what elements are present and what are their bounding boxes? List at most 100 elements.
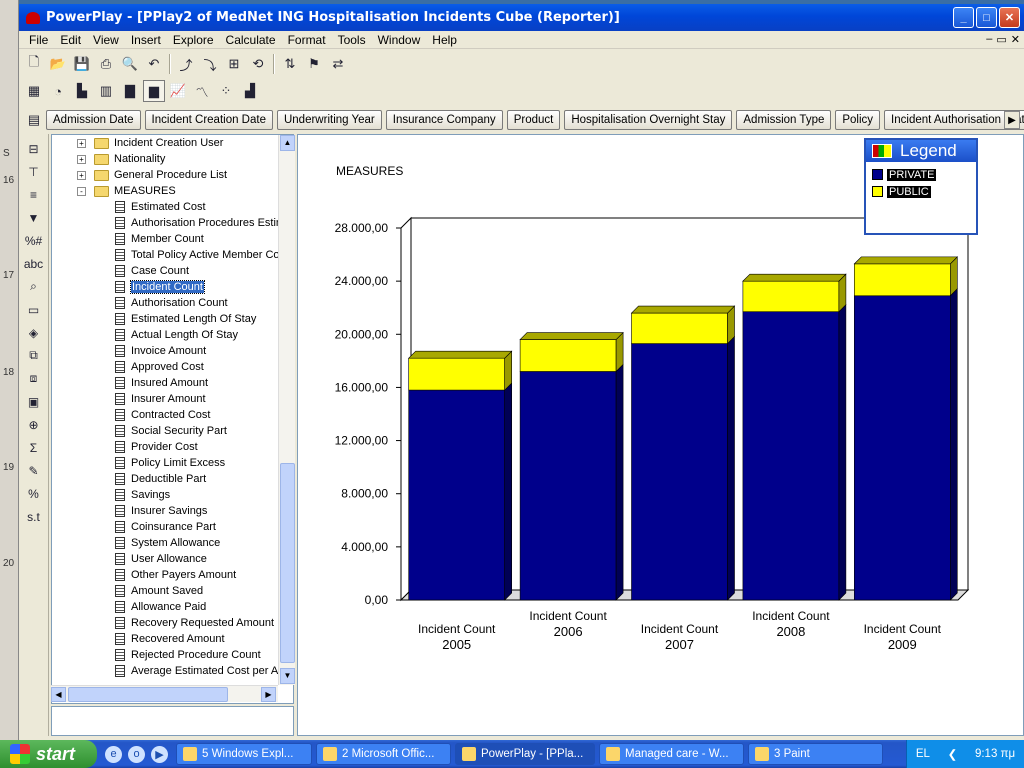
tree-measure-item[interactable]: Other Payers Amount — [115, 567, 236, 583]
start-button[interactable]: start — [0, 740, 97, 768]
mdi-restore-button[interactable]: ▭ — [996, 33, 1006, 46]
dimension-tab[interactable]: Admission Date — [46, 110, 141, 130]
tree-measure-item[interactable]: Deductible Part — [115, 471, 206, 487]
wand-icon[interactable]: ✎ — [23, 460, 45, 481]
open-folder-icon[interactable]: 📂 — [47, 53, 69, 75]
simple-bar-icon[interactable]: ▇ — [119, 80, 141, 102]
taskbar-button[interactable]: 2 Microsoft Offic... — [316, 743, 451, 765]
stacked-bar-icon[interactable]: ▆ — [143, 80, 165, 102]
taskbar-button[interactable]: 3 Paint — [748, 743, 883, 765]
dimension-tab[interactable]: Hospitalisation Overnight Stay — [564, 110, 733, 130]
scroll-thumb[interactable] — [280, 463, 295, 663]
tree-vertical-scrollbar[interactable]: ▲ ▼ — [278, 135, 295, 685]
outlook-icon[interactable]: o — [128, 745, 145, 763]
tree-measure-item[interactable]: Allowance Paid — [115, 599, 206, 615]
menu-explore[interactable]: Explore — [167, 33, 220, 47]
maximize-button[interactable]: □ — [976, 7, 997, 28]
mdi-close-button[interactable]: ✕ — [1011, 33, 1020, 46]
filter-icon[interactable]: ▼ — [23, 207, 45, 228]
tree-measure-item[interactable]: Policy Limit Excess — [115, 455, 225, 471]
sort-icon[interactable]: ⇅ — [279, 53, 301, 75]
tree-measure-item[interactable]: Estimated Length Of Stay — [115, 311, 256, 327]
sum-icon[interactable]: Σ — [23, 437, 45, 458]
expand-icon[interactable]: + — [77, 170, 86, 180]
tree-measure-item[interactable]: Savings — [115, 487, 170, 503]
tree-measure-item[interactable]: User Allowance — [115, 551, 207, 567]
mdi-minimize-button[interactable]: – — [986, 33, 992, 46]
print-preview-icon[interactable]: 🔍 — [119, 53, 141, 75]
tree-folder-item[interactable]: - MEASURES — [77, 183, 176, 199]
scatter-chart-icon[interactable]: ⁘ — [215, 80, 237, 102]
hscroll-thumb[interactable] — [68, 687, 228, 702]
close-button[interactable]: ✕ — [999, 7, 1020, 28]
menu-calculate[interactable]: Calculate — [220, 33, 282, 47]
tree-folder-item[interactable]: + Incident Creation User — [77, 135, 223, 151]
dimension-viewer-icon[interactable]: ▤ — [23, 109, 45, 131]
tree-folder-item[interactable]: + General Procedure List — [77, 167, 227, 183]
collapse-icon[interactable]: - — [77, 186, 86, 196]
line-chart-icon[interactable]: 📈 — [167, 80, 189, 102]
dimension-tab[interactable]: Insurance Company — [385, 110, 503, 130]
tree-horizontal-scrollbar[interactable]: ◀ ▶ — [51, 685, 278, 702]
suppress-icon[interactable]: ◈ — [23, 322, 45, 343]
dimension-tab[interactable]: Underwriting Year — [276, 110, 382, 130]
clustered-bar-icon[interactable]: ▥ — [95, 80, 117, 102]
menu-file[interactable]: File — [23, 33, 54, 47]
menu-help[interactable]: Help — [426, 33, 463, 47]
tree-measure-item[interactable]: Social Security Part — [115, 423, 227, 439]
drill-down-icon[interactable]: ⤵ — [199, 53, 221, 75]
paste-icon[interactable]: ⧈ — [23, 368, 45, 389]
page-icon[interactable]: ▭ — [23, 299, 45, 320]
percent-calc-icon[interactable]: % — [23, 483, 45, 504]
taskbar-button[interactable]: PowerPlay - [PPla... — [455, 743, 595, 765]
menu-view[interactable]: View — [87, 33, 125, 47]
scroll-down-icon[interactable]: ▼ — [280, 668, 295, 684]
dimension-scroll-right-icon[interactable]: ▶ — [1004, 111, 1020, 129]
tree-measure-item[interactable]: Average Estimated Cost per A — [115, 663, 278, 679]
nest-icon[interactable]: ≡ — [23, 184, 45, 205]
menu-tools[interactable]: Tools — [332, 33, 372, 47]
tree-measure-item[interactable]: Amount Saved — [115, 583, 203, 599]
tree-folder-item[interactable]: + Nationality — [77, 151, 165, 167]
explore-icon[interactable]: ⊞ — [223, 53, 245, 75]
copy-icon[interactable]: ⧉ — [23, 345, 45, 366]
undo-icon[interactable]: ↶ — [143, 53, 165, 75]
dimension-tab[interactable]: Policy — [835, 110, 881, 130]
media-player-icon[interactable]: ▶ — [151, 745, 168, 763]
tree-measure-item[interactable]: Estimated Cost — [115, 199, 206, 215]
scroll-right-icon[interactable]: ▶ — [261, 687, 276, 702]
rank-icon[interactable]: ⚑ — [303, 53, 325, 75]
tree-measure-item[interactable]: Actual Length Of Stay — [115, 327, 238, 343]
save-icon[interactable]: 💾 — [71, 53, 93, 75]
tree-measure-item[interactable]: Provider Cost — [115, 439, 198, 455]
multiline-chart-icon[interactable]: 〽 — [191, 80, 213, 102]
tree-icon[interactable]: ⊤ — [23, 161, 45, 182]
menu-insert[interactable]: Insert — [125, 33, 167, 47]
taskbar-button[interactable]: 5 Windows Expl... — [176, 743, 312, 765]
tree-measure-item[interactable]: Incident Count — [115, 279, 205, 295]
dimension-tab[interactable]: Incident Creation Date — [144, 110, 273, 130]
tree-measure-item[interactable]: Invoice Amount — [115, 343, 206, 359]
tree-measure-item[interactable]: Approved Cost — [115, 359, 204, 375]
dimension-tab[interactable]: Product — [506, 110, 561, 130]
tree-measure-item[interactable]: Coinsurance Part — [115, 519, 216, 535]
crosstab-icon[interactable]: ▦ — [23, 80, 45, 102]
minimize-button[interactable]: _ — [953, 7, 974, 28]
chart-legend[interactable]: Legend PRIVATE PUBLIC — [864, 138, 978, 235]
expand-icon[interactable]: + — [77, 154, 86, 164]
correlation-chart-icon[interactable]: ▟ — [239, 80, 261, 102]
dimension-tab[interactable]: Incident Authorisation Status — [884, 110, 1024, 130]
powerplay-app-icon[interactable] — [26, 11, 40, 24]
tree-measure-item[interactable]: Authorisation Procedures Estim — [115, 215, 285, 231]
3d-bar-icon[interactable]: ▙ — [71, 80, 93, 102]
refresh-icon[interactable]: ⟲ — [247, 53, 269, 75]
tree-measure-item[interactable]: Contracted Cost — [115, 407, 210, 423]
tree-measure-item[interactable]: Total Policy Active Member Co — [115, 247, 280, 263]
scroll-left-icon[interactable]: ◀ — [51, 687, 66, 702]
ie-icon[interactable]: e — [105, 745, 122, 763]
tree-measure-item[interactable]: Recovery Requested Amount — [115, 615, 274, 631]
tree-measure-item[interactable]: Insurer Amount — [115, 391, 206, 407]
hierarchy-icon[interactable]: ⊟ — [23, 138, 45, 159]
tree-measure-item[interactable]: Case Count — [115, 263, 189, 279]
scroll-up-icon[interactable]: ▲ — [280, 135, 295, 151]
